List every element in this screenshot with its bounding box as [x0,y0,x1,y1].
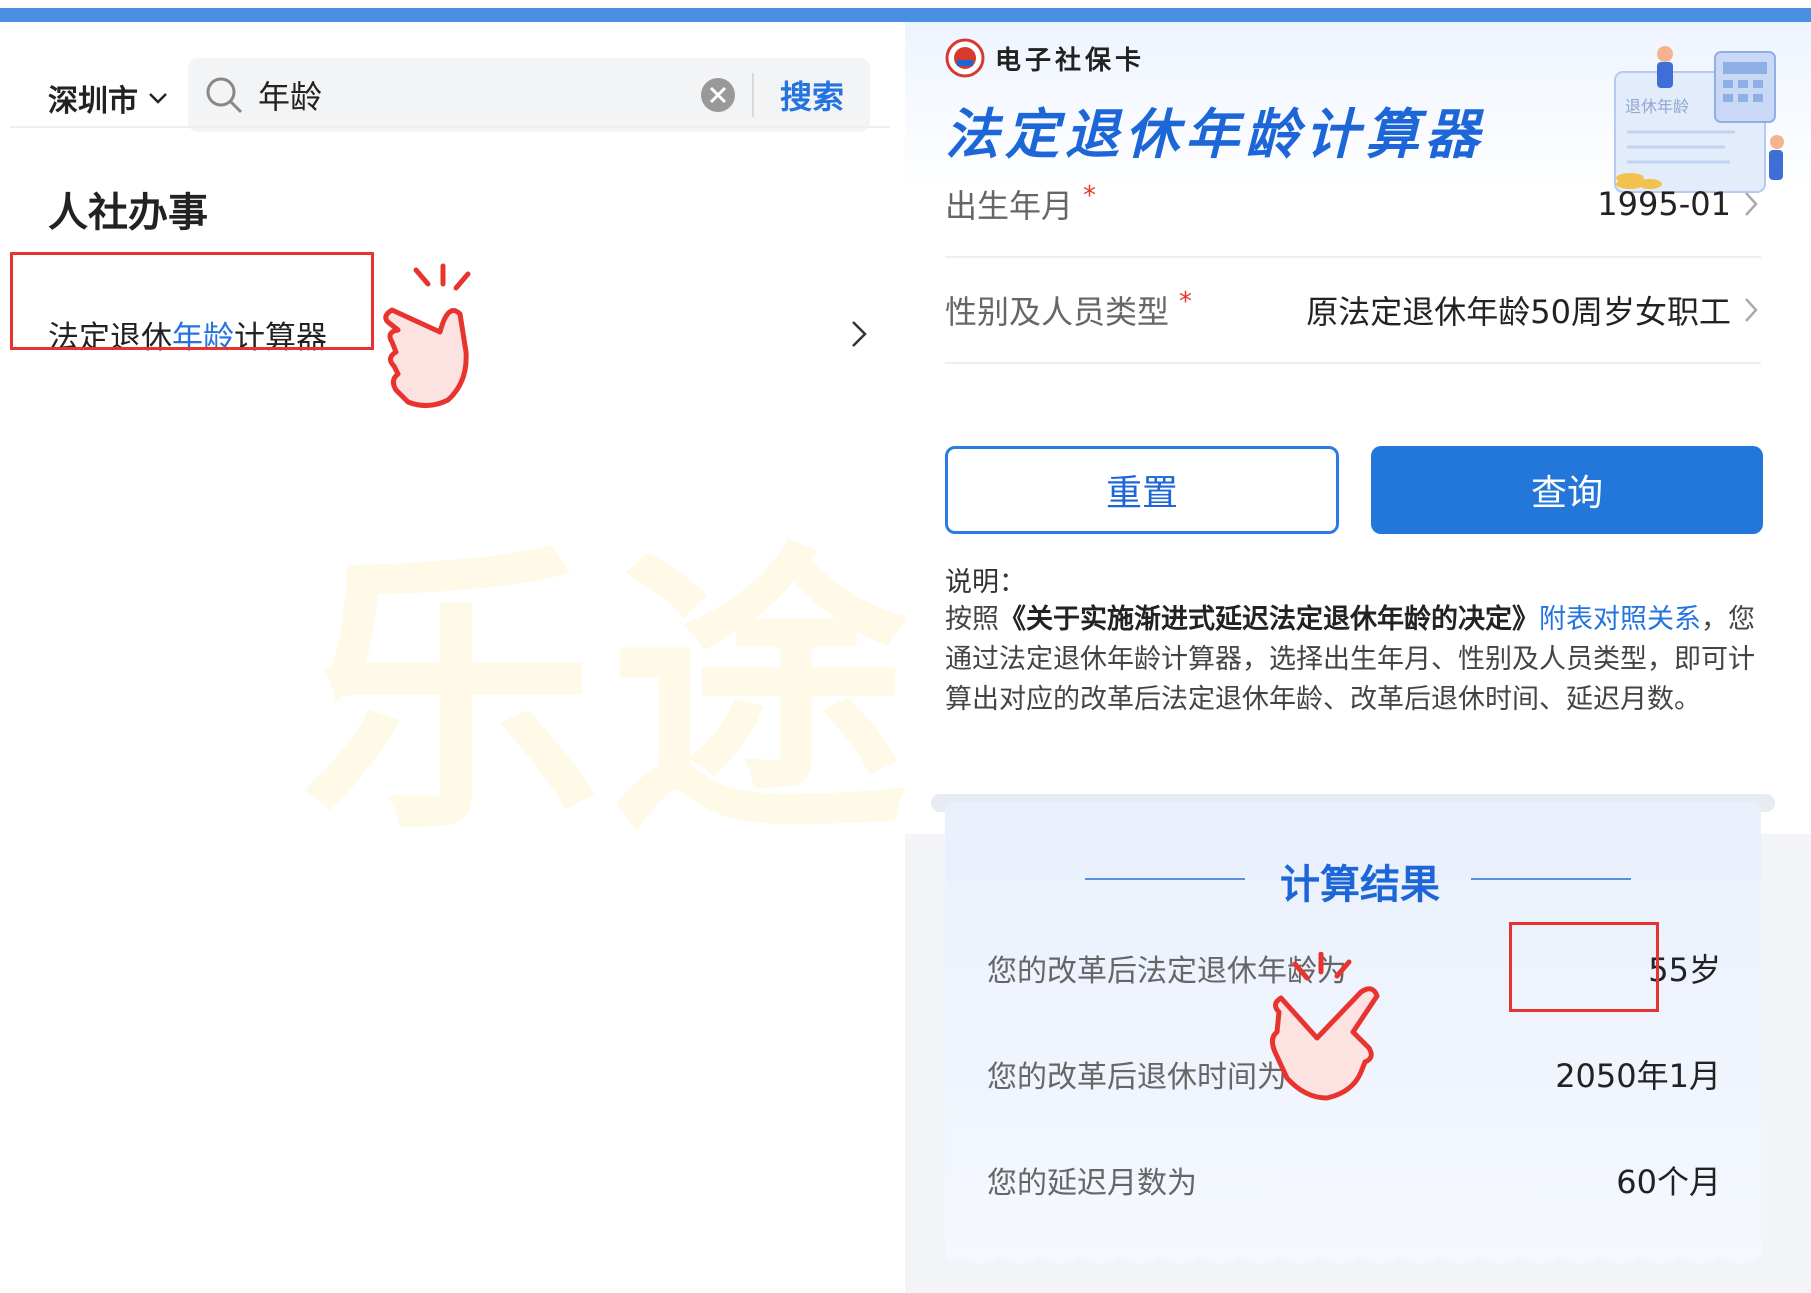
search-panel: 深圳市 搜索 人社办事 法定退休年龄计算器 乐途养老 [0,22,1530,1293]
search-input[interactable] [258,76,700,114]
header-divider [10,126,890,128]
result-title: 计算结果 [1280,862,1440,908]
query-button[interactable]: 查询 [1371,446,1763,534]
required-marker: * [1179,287,1193,317]
search-button[interactable]: 搜索 [754,72,870,118]
search-bar: 搜索 [188,58,870,132]
search-icon [206,77,243,114]
result-value: 55岁 [1648,951,1721,989]
chevron-right-icon [1745,192,1758,216]
birth-date-value: 1995-01 [1597,185,1731,223]
note-label: 说明： [945,567,1026,598]
retirement-calculator-panel: 电子社保卡 法定退休年龄计算器 退休年龄 出生年月 * 1995-01 性别及人… [905,22,1811,1293]
city-label: 深圳市 [48,84,138,119]
top-accent-bar [0,8,1811,22]
brand-name: 电子社保卡 [995,45,1146,76]
person-type-picker[interactable]: 性别及人员类型 * 原法定退休年龄50周岁女职工 [945,258,1761,364]
chevron-down-icon [149,93,167,104]
result-value: 2050年1月 [1555,1057,1721,1095]
result-title-line-left [1085,878,1245,880]
clear-icon[interactable] [700,77,736,113]
note-text: 按照《关于实施渐进式延迟法定退休年龄的决定》附表对照关系，您通过法定退休年龄计算… [945,604,1755,715]
highlight-box-retirement-age [1509,922,1659,1012]
pointing-hand-icon [1269,952,1380,1101]
result-row-delay-months: 您的延迟月数为 60个月 [987,1150,1721,1210]
highlight-box-result [10,252,374,350]
section-title: 人社办事 [48,190,208,236]
brand-header: 电子社保卡 [945,38,1145,78]
birth-date-label: 出生年月 [945,187,1074,225]
policy-name: 《关于实施渐进式延迟法定退休年龄的决定》 [999,604,1539,635]
result-value: 60个月 [1616,1163,1721,1201]
result-label: 您的改革后退休时间为 [987,1060,1287,1095]
chevron-right-icon [852,321,867,347]
appendix-link[interactable]: 附表对照关系 [1539,604,1701,635]
pointing-hand-icon [383,263,471,408]
reset-button[interactable]: 重置 [945,446,1339,534]
card-scallop-edge [945,1246,1761,1264]
result-title-line-right [1471,878,1631,880]
svg-text:退休年龄: 退休年龄 [1625,97,1689,116]
required-marker: * [1083,181,1097,211]
person-type-label: 性别及人员类型 [945,293,1170,331]
chevron-right-icon [1745,298,1758,322]
result-label: 您的延迟月数为 [987,1166,1197,1201]
social-security-logo-icon [945,38,985,78]
person-type-value: 原法定退休年龄50周岁女职工 [1306,293,1731,331]
birth-date-picker[interactable]: 出生年月 * 1995-01 [945,152,1761,258]
